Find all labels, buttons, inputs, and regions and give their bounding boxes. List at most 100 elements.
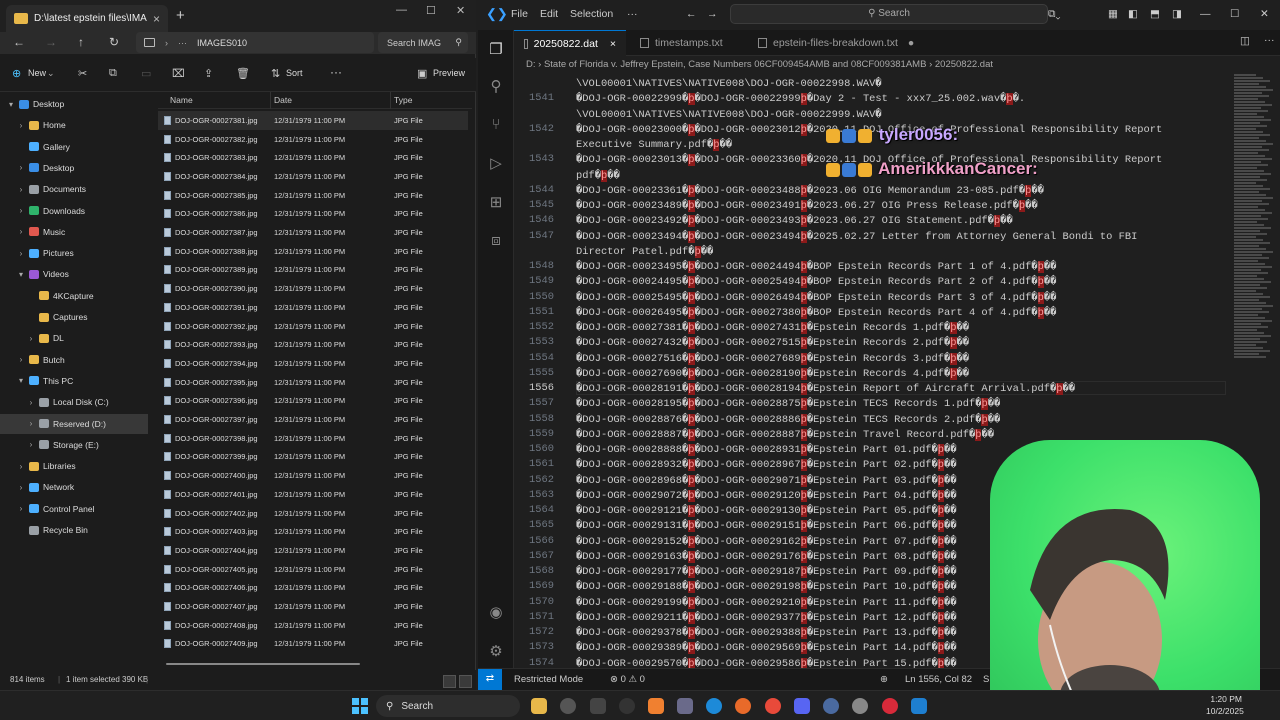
app-icon[interactable]	[590, 698, 606, 714]
share-icon[interactable]: ⇪	[204, 67, 213, 80]
system-clock[interactable]: 1:20 PM 10/2/2025	[1206, 693, 1244, 717]
remote-indicator-icon[interactable]: ⇄	[478, 669, 502, 690]
maximize-icon[interactable]: ☐	[1230, 8, 1239, 20]
search-icon[interactable]: ⚲	[487, 77, 505, 95]
start-button-windows-icon[interactable]	[352, 698, 368, 714]
vscode-taskbar-icon[interactable]	[911, 698, 927, 714]
discord-icon[interactable]	[794, 698, 810, 714]
tree-item[interactable]: › Local Disk (C:)	[0, 392, 148, 412]
tree-item[interactable]: › Downloads	[0, 201, 148, 221]
chevron-icon[interactable]: ›	[16, 121, 26, 130]
tree-item[interactable]: Recycle Bin	[0, 520, 148, 540]
minimize-icon[interactable]: —	[396, 4, 407, 16]
file-row[interactable]: DOJ-OGR-00027391.jpg 12/31/1979 11:00 PM J…	[158, 298, 468, 317]
firefox-icon[interactable]	[735, 698, 751, 714]
menu-selection[interactable]: Selection	[570, 8, 613, 20]
file-row[interactable]: DOJ-OGR-00027388.jpg 12/31/1979 11:00 PM J…	[158, 242, 468, 261]
details-view-icon[interactable]	[443, 675, 456, 688]
command-center-search[interactable]: ⚲ Search	[730, 4, 1048, 24]
tree-item[interactable]: › Documents	[0, 179, 148, 199]
column-divider[interactable]	[390, 92, 391, 109]
layout-icon[interactable]: ▦	[1108, 8, 1118, 20]
tab-20250822-dat[interactable]: 20250822.dat ×	[514, 30, 626, 56]
tree-item[interactable]: › Reserved (D:)	[0, 413, 148, 434]
file-row[interactable]: DOJ-OGR-00027392.jpg 12/31/1979 11:00 PM J…	[158, 317, 468, 336]
copilot-icon[interactable]: ⧉⌄	[1048, 8, 1060, 21]
file-row[interactable]: DOJ-OGR-00027404.jpg 12/31/1979 11:00 PM J…	[158, 541, 468, 560]
new-button[interactable]: New	[28, 68, 46, 78]
restricted-mode-status[interactable]: Restricted Mode	[514, 674, 583, 685]
close-tab-icon[interactable]: ×	[153, 12, 160, 26]
menu-edit[interactable]: Edit	[540, 8, 558, 20]
tree-item[interactable]: ▾ Videos	[0, 264, 148, 284]
breadcrumb[interactable]: D: › State of Florida v. Jeffrey Epstein…	[526, 59, 993, 70]
chevron-icon[interactable]: ›	[16, 355, 26, 364]
tree-item[interactable]: ▾ This PC	[0, 371, 148, 391]
account-icon[interactable]: ◉	[487, 603, 505, 621]
tree-item[interactable]: 4KCapture	[0, 286, 148, 306]
chevron-icon[interactable]: ›	[16, 227, 26, 236]
refresh-icon[interactable]: ↻	[109, 35, 119, 49]
source-control-icon[interactable]: ⑂	[487, 116, 505, 134]
tree-item[interactable]: › Music	[0, 222, 148, 242]
explorer-search-input[interactable]: Search IMAG ⚲	[378, 32, 468, 53]
close-window-icon[interactable]: ✕	[456, 4, 465, 17]
chevron-icon[interactable]: ›	[16, 249, 26, 258]
new-tab-button[interactable]: +	[176, 7, 185, 24]
tree-item[interactable]: › Storage (E:)	[0, 435, 148, 455]
explorer-files-icon[interactable]: ❐	[487, 40, 505, 58]
chevron-icon[interactable]: ›	[16, 462, 26, 471]
file-row[interactable]: DOJ-OGR-00027395.jpg 12/31/1979 11:00 PM J…	[158, 373, 468, 392]
chevron-icon[interactable]: ›	[26, 398, 36, 407]
file-row[interactable]: DOJ-OGR-00027386.jpg 12/31/1979 11:00 PM J…	[158, 205, 468, 224]
tree-item[interactable]: › Libraries	[0, 456, 148, 476]
chevron-icon[interactable]: ›	[26, 334, 36, 343]
file-row[interactable]: DOJ-OGR-00027400.jpg 12/31/1979 11:00 PM J…	[158, 466, 468, 485]
horizontal-scrollbar[interactable]	[166, 663, 360, 665]
file-row[interactable]: DOJ-OGR-00027397.jpg 12/31/1979 11:00 PM J…	[158, 410, 468, 429]
file-row[interactable]: DOJ-OGR-00027407.jpg 12/31/1979 11:00 PM J…	[158, 597, 468, 616]
app-icon[interactable]	[677, 698, 693, 714]
file-explorer-app-icon[interactable]	[531, 698, 547, 714]
file-row[interactable]: DOJ-OGR-00027390.jpg 12/31/1979 11:00 PM J…	[158, 279, 468, 298]
menu-file[interactable]: File	[511, 8, 528, 20]
file-row[interactable]: DOJ-OGR-00027383.jpg 12/31/1979 11:00 PM J…	[158, 148, 468, 167]
preview-button[interactable]: Preview	[433, 68, 465, 78]
chevron-icon[interactable]: ›	[16, 163, 26, 172]
run-debug-icon[interactable]: ▷	[487, 154, 505, 172]
file-row[interactable]: DOJ-OGR-00027381.jpg 12/31/1979 11:00 PM J…	[158, 111, 468, 130]
app-icon[interactable]	[852, 698, 868, 714]
zoom-icon[interactable]: ⊕	[880, 674, 888, 685]
file-row[interactable]: DOJ-OGR-00027399.jpg 12/31/1979 11:00 PM J…	[158, 448, 468, 467]
settings-gear-icon[interactable]: ⚙	[487, 642, 505, 660]
chevron-icon[interactable]: ›	[16, 483, 26, 492]
tree-item[interactable]: Captures	[0, 307, 148, 327]
toggle-sidebar-icon[interactable]: ◧	[1128, 8, 1138, 20]
file-row[interactable]: DOJ-OGR-00027401.jpg 12/31/1979 11:00 PM J…	[158, 485, 468, 504]
4k-app-icon[interactable]	[619, 698, 635, 714]
chevron-icon[interactable]: ▾	[16, 270, 26, 279]
chevron-icon[interactable]: ›	[16, 206, 26, 215]
unsaved-dot-icon[interactable]: ●	[908, 37, 914, 49]
remote-explorer-icon[interactable]: ⧈	[487, 232, 505, 250]
close-window-icon[interactable]: ✕	[1260, 8, 1269, 20]
tree-item[interactable]: › Home	[0, 115, 148, 135]
file-row[interactable]: DOJ-OGR-00027385.jpg 12/31/1979 11:00 PM J…	[158, 186, 468, 205]
app-icon[interactable]	[823, 698, 839, 714]
address-bar[interactable]: › ··· IMAGES010	[136, 32, 374, 53]
tree-item[interactable]: › Pictures	[0, 243, 148, 263]
edge-icon[interactable]	[706, 698, 722, 714]
chrome-icon[interactable]	[765, 698, 781, 714]
file-row[interactable]: DOJ-OGR-00027396.jpg 12/31/1979 11:00 PM J…	[158, 392, 468, 411]
chevron-icon[interactable]: ▾	[16, 376, 26, 385]
column-date[interactable]: Date	[274, 95, 292, 105]
chevron-icon[interactable]: ›	[16, 504, 26, 513]
file-row[interactable]: DOJ-OGR-00027393.jpg 12/31/1979 11:00 PM J…	[158, 335, 468, 354]
toggle-panel-icon[interactable]: ⬒	[1150, 8, 1160, 20]
close-tab-icon[interactable]: ×	[610, 38, 616, 50]
toggle-secondary-sidebar-icon[interactable]: ◨	[1172, 8, 1182, 20]
app-icon[interactable]	[560, 698, 576, 714]
minimize-icon[interactable]: —	[1200, 8, 1211, 20]
chevron-icon[interactable]: ›	[26, 440, 36, 449]
back-arrow-icon[interactable]: ←	[686, 8, 697, 20]
